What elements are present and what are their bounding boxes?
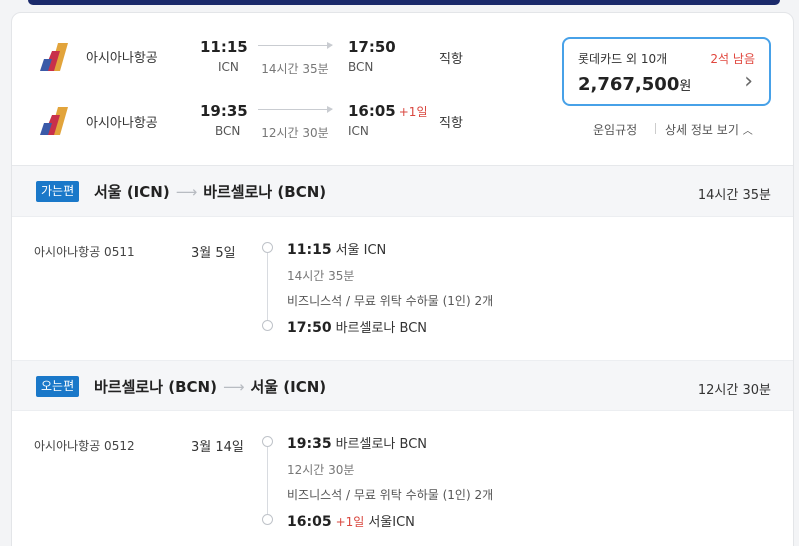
segment-duration: 14시간 35분: [287, 269, 355, 283]
leg-duration: 14시간 35분: [697, 188, 771, 203]
chevron-up-icon: ︿: [742, 126, 753, 137]
airline-name: 아시아나항공: [86, 51, 158, 66]
arrow-right-icon: ⟶: [222, 378, 245, 396]
arrow-right-icon: [258, 42, 333, 49]
total-price: 2,767,500원: [578, 74, 692, 95]
leg-duration: 12시간 30분: [697, 383, 771, 398]
itinerary-summary[interactable]: 아시아나항공 11:15 ICN 14시간 35분 17:50 BCN 직항 아…: [12, 13, 793, 166]
arrival-time: 17:50: [348, 38, 396, 56]
arrival-code: BCN: [348, 60, 374, 74]
arrival-event: 17:50 바르셀로나 BCN: [287, 320, 428, 336]
flight-number: 아시아나항공 0512: [34, 439, 135, 453]
flight-type: 직항: [439, 52, 463, 67]
flight-number: 아시아나항공 0511: [34, 245, 135, 259]
flight-duration: 14시간 35분: [261, 62, 329, 76]
cabin-baggage-info: 비즈니스석 / 무료 위탁 수하물 (1인) 2개: [287, 488, 494, 502]
arrow-right-icon: ⟶: [175, 183, 198, 201]
departure-time: 11:15: [200, 38, 248, 56]
header-bar: [28, 0, 780, 5]
airline-name: 아시아나항공: [86, 116, 158, 131]
leg-badge: 가는편: [36, 181, 80, 202]
outbound-leg-header: 가는편 서울 (ICN) ⟶ 바르셀로나 (BCN) 14시간 35분: [12, 166, 793, 217]
arrival-code: ICN: [348, 124, 369, 138]
asiana-logo-icon: [40, 107, 68, 135]
fare-rules-link[interactable]: 운임규정: [593, 121, 637, 138]
segment-duration: 12시간 30분: [287, 463, 355, 477]
timeline-line: [267, 251, 268, 321]
departure-event: 11:15 서울 ICN: [287, 242, 387, 258]
departure-event: 19:35 바르셀로나 BCN: [287, 436, 428, 452]
details-toggle[interactable]: 상세 정보 보기 ︿: [665, 121, 753, 138]
flight-date: 3월 5일: [191, 246, 236, 261]
inbound-leg-header: 오는편 바르셀로나 (BCN) ⟶ 서울 (ICN) 12시간 30분: [12, 360, 793, 411]
leg-route: 서울 (ICN) ⟶ 바르셀로나 (BCN): [94, 183, 327, 201]
departure-time: 19:35: [200, 102, 248, 120]
timeline-dot: [262, 514, 273, 525]
flight-type: 직항: [439, 116, 463, 131]
day-offset: +1일: [335, 515, 365, 529]
cabin-baggage-info: 비즈니스석 / 무료 위탁 수하물 (1인) 2개: [287, 294, 494, 308]
outbound-leg-detail: 아시아나항공 0511 3월 5일 11:15 서울 ICN 14시간 35분 비…: [12, 217, 793, 357]
asiana-logo-icon: [40, 43, 68, 71]
divider: [655, 123, 656, 134]
flight-result-card: 아시아나항공 11:15 ICN 14시간 35분 17:50 BCN 직항 아…: [11, 12, 794, 546]
leg-badge: 오는편: [36, 376, 80, 397]
card-discount-label: 롯데카드 외 10개: [578, 52, 668, 66]
arrival-time: 16:05 +1일: [348, 102, 428, 120]
day-offset: +1일: [398, 105, 428, 119]
chevron-right-icon[interactable]: ›: [744, 71, 753, 93]
seats-remaining-badge: 2석 남음: [710, 52, 755, 66]
leg-route: 바르셀로나 (BCN) ⟶ 서울 (ICN): [94, 378, 327, 396]
arrow-right-icon: [258, 106, 333, 113]
timeline-line: [267, 445, 268, 515]
timeline-dot: [262, 320, 273, 331]
timeline-dot: [262, 242, 273, 253]
departure-code: ICN: [218, 60, 239, 74]
timeline-dot: [262, 436, 273, 447]
price-option-box[interactable]: 롯데카드 외 10개 2석 남음 2,767,500원 ›: [562, 37, 771, 106]
inbound-leg-detail: 아시아나항공 0512 3월 14일 19:35 바르셀로나 BCN 12시간 3…: [12, 411, 793, 546]
flight-date: 3월 14일: [191, 440, 244, 455]
departure-code: BCN: [215, 124, 241, 138]
arrival-event: 16:05 +1일 서울ICN: [287, 514, 415, 530]
flight-duration: 12시간 30분: [261, 126, 329, 140]
